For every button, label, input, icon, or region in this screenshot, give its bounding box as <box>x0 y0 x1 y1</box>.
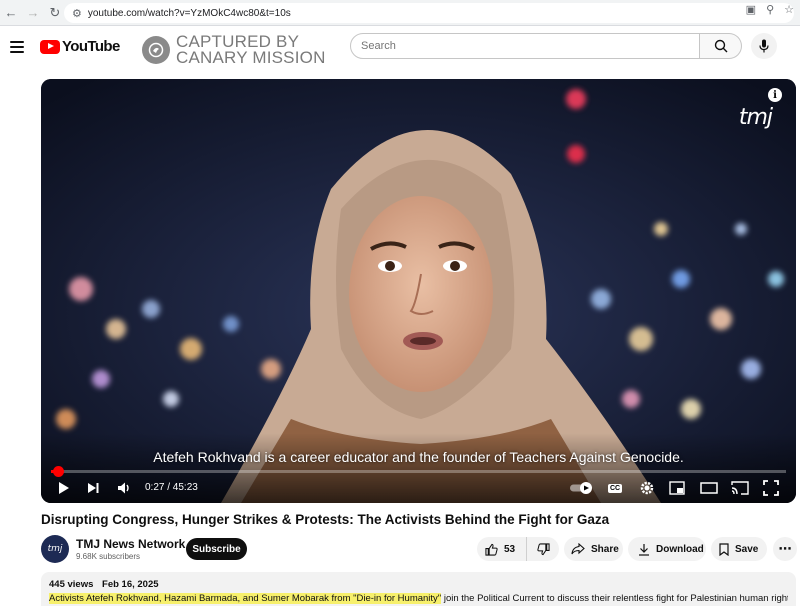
description-meta: 445 views Feb 16, 2025 <box>49 579 788 590</box>
miniplayer-icon <box>669 481 685 495</box>
thumbs-down-icon <box>536 542 550 555</box>
channel-avatar[interactable]: tmj <box>41 535 69 563</box>
download-button[interactable]: Download <box>628 537 706 561</box>
play-icon <box>59 482 69 494</box>
canary-mission-watermark: CAPTURED BY CANARY MISSION <box>142 33 326 67</box>
browser-toolbar: ← → ↻ ⚙ youtube.com/watch?v=YzMOkC4wc80&… <box>0 0 800 26</box>
theater-mode-button[interactable] <box>700 477 718 499</box>
volume-button[interactable] <box>116 477 132 499</box>
reload-icon[interactable]: ↻ <box>44 0 66 26</box>
video-title: Disrupting Congress, Hunger Strikes & Pr… <box>41 512 610 527</box>
address-bar[interactable]: ⚙ youtube.com/watch?v=YzMOkC4wc80&t=10s <box>64 3 794 23</box>
description-box[interactable]: 445 views Feb 16, 2025 Activists Atefeh … <box>41 572 796 606</box>
youtube-logo[interactable]: YouTube <box>40 38 120 55</box>
info-icon[interactable]: i <box>768 88 782 102</box>
gear-icon <box>640 481 654 495</box>
autoplay-toggle-icon <box>570 482 592 494</box>
search-box[interactable] <box>350 33 700 59</box>
subscribe-button[interactable]: Subscribe <box>186 538 247 560</box>
microphone-icon <box>759 39 769 53</box>
site-settings-icon[interactable]: ⚙ <box>72 7 82 20</box>
channel-name[interactable]: TMJ News Network <box>76 537 185 551</box>
forward-arrow-icon[interactable]: → <box>22 0 44 26</box>
watermark-line-2: CANARY MISSION <box>176 48 326 67</box>
fullscreen-button[interactable] <box>763 477 779 499</box>
youtube-logo-text: YouTube <box>62 38 120 55</box>
highlighted-text: Activists Atefeh Rokhvand, Hazami Barmad… <box>49 593 442 604</box>
more-horizontal-icon: ⋯ <box>778 541 792 556</box>
share-label: Share <box>591 543 619 555</box>
url-text: youtube.com/watch?v=YzMOkC4wc80&t=10s <box>87 7 291 19</box>
share-icon <box>571 543 585 555</box>
autoplay-toggle[interactable] <box>569 477 595 499</box>
zoom-icon[interactable]: ⚲ <box>766 3 774 16</box>
voice-search-button[interactable] <box>751 33 777 59</box>
description-rest: join the Political Current to discuss th… <box>441 593 788 604</box>
settings-button[interactable] <box>639 477 655 499</box>
view-count: 445 views <box>49 579 94 590</box>
video-caption: Atefeh Rokhvand is a career educator and… <box>153 449 684 465</box>
hamburger-menu-icon[interactable] <box>10 41 24 53</box>
back-arrow-icon[interactable]: ← <box>0 0 22 26</box>
subtitles-button[interactable]: CC <box>608 477 623 499</box>
cast-icon <box>731 481 749 495</box>
thumbs-up-icon <box>485 543 498 556</box>
more-actions-button[interactable]: ⋯ <box>773 537 797 561</box>
dislike-button[interactable] <box>527 537 559 561</box>
like-dislike-group: 53 <box>477 537 559 561</box>
channel-avatar-text: tmj <box>47 544 63 554</box>
search-input[interactable] <box>361 40 681 52</box>
canary-mission-logo-icon <box>142 36 170 64</box>
cast-button[interactable] <box>731 477 749 499</box>
publish-date: Feb 16, 2025 <box>102 579 159 590</box>
subscriber-count: 9.68K subscribers <box>76 552 141 561</box>
share-button[interactable]: Share <box>564 537 623 561</box>
install-app-icon[interactable]: ▣ <box>746 3 756 16</box>
fullscreen-icon <box>763 480 779 496</box>
download-label: Download <box>656 543 704 555</box>
like-count: 53 <box>504 543 516 555</box>
video-player[interactable]: i tmj Atefeh Rokhvand is a career educat… <box>41 79 796 503</box>
next-video-button[interactable] <box>85 477 101 499</box>
save-label: Save <box>735 543 759 555</box>
search-icon <box>714 39 727 53</box>
download-icon <box>639 543 649 556</box>
volume-icon <box>118 482 129 494</box>
description-text: Activists Atefeh Rokhvand, Hazami Barmad… <box>49 593 788 604</box>
miniplayer-button[interactable] <box>669 477 685 499</box>
bookmark-star-icon[interactable]: ☆ <box>784 3 794 16</box>
progress-bar[interactable] <box>51 466 786 477</box>
search-button[interactable] <box>700 33 742 59</box>
time-display: 0:27 / 45:23 <box>145 482 198 493</box>
bookmark-icon <box>719 542 729 556</box>
like-button[interactable]: 53 <box>477 537 527 561</box>
theater-mode-icon <box>700 482 718 494</box>
cc-icon: CC <box>608 483 623 493</box>
youtube-play-logo-icon <box>40 39 60 54</box>
save-button[interactable]: Save <box>711 537 767 561</box>
channel-overlay-logo: tmj <box>738 105 773 130</box>
play-button[interactable] <box>55 477 71 499</box>
skip-next-icon <box>88 483 99 493</box>
youtube-header: YouTube CAPTURED BY CANARY MISSION <box>0 27 800 79</box>
